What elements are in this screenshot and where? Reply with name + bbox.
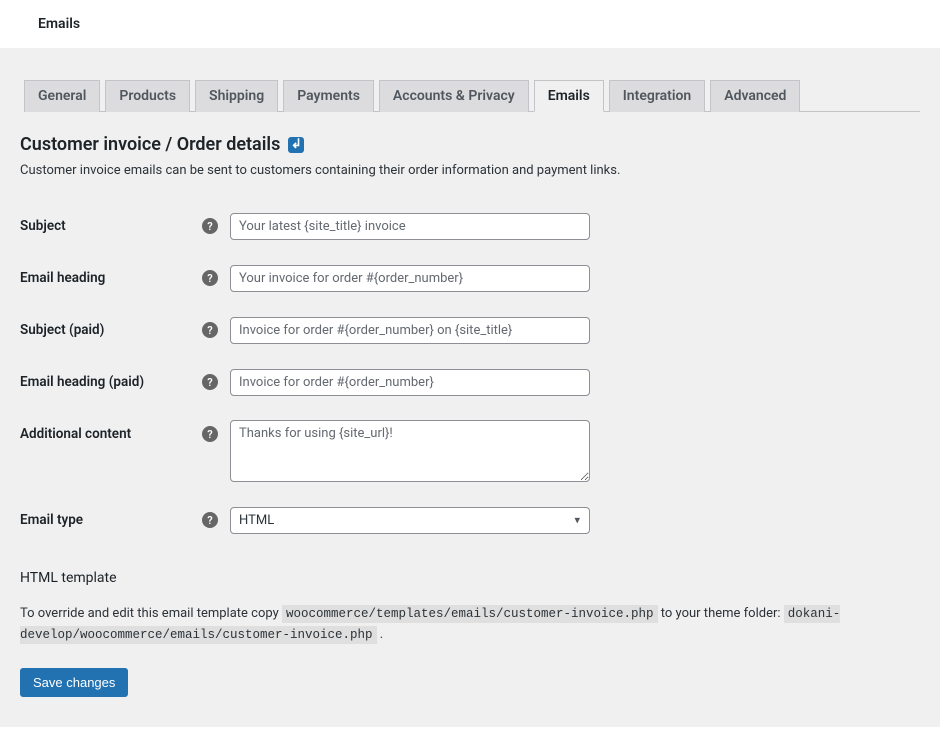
- tab-integration[interactable]: Integration: [609, 80, 705, 112]
- template-description: To override and edit this email template…: [20, 604, 920, 646]
- label-email-type-text: Email type: [20, 512, 83, 528]
- subject-paid-input[interactable]: [230, 317, 590, 344]
- tab-general[interactable]: General: [24, 80, 100, 112]
- top-bar: Emails: [0, 0, 940, 48]
- page-title: Customer invoice / Order details ↲: [20, 134, 920, 155]
- save-button[interactable]: Save changes: [20, 668, 128, 697]
- content: General Products Shipping Payments Accou…: [0, 48, 940, 697]
- tab-products[interactable]: Products: [105, 80, 190, 112]
- label-subject: Subject ?: [20, 200, 230, 252]
- top-bar-title: Emails: [38, 16, 80, 32]
- label-additional-content-text: Additional content: [20, 426, 131, 442]
- subject-input[interactable]: [230, 213, 590, 240]
- template-text-middle: to your theme folder:: [661, 606, 784, 621]
- label-email-heading-paid: Email heading (paid) ?: [20, 356, 230, 408]
- help-icon[interactable]: ?: [202, 512, 218, 528]
- label-email-heading-paid-text: Email heading (paid): [20, 374, 144, 390]
- label-subject-text: Subject: [20, 218, 66, 234]
- settings-tabs: General Products Shipping Payments Accou…: [24, 48, 920, 112]
- tab-emails[interactable]: Emails: [534, 80, 604, 112]
- tab-accounts-privacy[interactable]: Accounts & Privacy: [379, 80, 529, 112]
- page-title-text: Customer invoice / Order details: [20, 134, 280, 155]
- form-table: Subject ? Email heading ? Subject (pai: [20, 200, 920, 546]
- label-email-type: Email type ?: [20, 494, 230, 546]
- email-type-select-wrap: HTML ▾: [230, 507, 590, 534]
- help-icon[interactable]: ?: [202, 218, 218, 234]
- template-text-prefix: To override and edit this email template…: [20, 606, 282, 621]
- help-icon[interactable]: ?: [202, 270, 218, 286]
- template-text-suffix: .: [380, 627, 383, 642]
- help-icon[interactable]: ?: [202, 322, 218, 338]
- label-subject-paid-text: Subject (paid): [20, 322, 104, 338]
- label-additional-content: Additional content ?: [20, 408, 230, 494]
- email-heading-paid-input[interactable]: [230, 369, 590, 396]
- tab-shipping[interactable]: Shipping: [195, 80, 278, 112]
- email-type-select[interactable]: HTML: [230, 507, 590, 534]
- template-src-path: woocommerce/templates/emails/customer-in…: [282, 605, 658, 623]
- tab-payments[interactable]: Payments: [283, 80, 374, 112]
- html-template-title: HTML template: [20, 570, 920, 586]
- help-icon[interactable]: ?: [202, 374, 218, 390]
- back-icon[interactable]: ↲: [288, 137, 304, 153]
- help-icon[interactable]: ?: [202, 426, 218, 442]
- page-description: Customer invoice emails can be sent to c…: [20, 163, 920, 178]
- email-heading-input[interactable]: [230, 265, 590, 292]
- label-subject-paid: Subject (paid) ?: [20, 304, 230, 356]
- main-wrap: General Products Shipping Payments Accou…: [0, 48, 940, 727]
- label-email-heading: Email heading ?: [20, 252, 230, 304]
- tab-advanced[interactable]: Advanced: [710, 80, 800, 112]
- label-email-heading-text: Email heading: [20, 270, 105, 286]
- additional-content-textarea[interactable]: [230, 420, 590, 482]
